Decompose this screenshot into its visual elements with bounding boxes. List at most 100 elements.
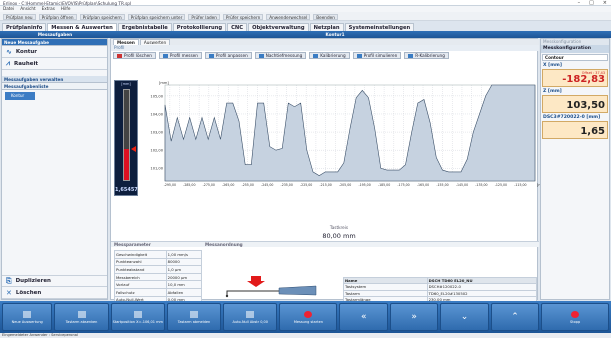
fast-left-button[interactable]: « [339, 303, 388, 331]
x-tick-label: -165,00 [417, 183, 429, 187]
delete-button[interactable]: ✕ Löschen [2, 287, 107, 299]
y-axis-label: [mm] [159, 81, 169, 85]
up-button[interactable]: ⌃ [490, 303, 540, 331]
toolbar-save-tester[interactable]: Prüfer speichern [222, 13, 264, 20]
toolbar-save-as[interactable]: Prüfplan speichern unter [127, 13, 186, 20]
start-pos-icon [133, 310, 142, 318]
lower-probe-button[interactable]: Tastarm absenken [54, 303, 109, 331]
bottom-button-label: Tastarm absenken [65, 319, 98, 324]
x-tick-label: -135,00 [475, 183, 487, 187]
task-list-item-kontur[interactable]: Kontur [5, 92, 35, 100]
tab-netzplan[interactable]: Netzplan [309, 22, 344, 31]
r-calibration-label: R-Kalibrierung [415, 52, 445, 58]
contour-select[interactable]: Contour [542, 54, 608, 61]
x-value-box: Offset : 37,43 -182,83 [542, 69, 608, 87]
tab-cnc[interactable]: CNC [227, 22, 248, 31]
params-header: Messparameter Messanordnung [111, 241, 539, 247]
calibration-button[interactable]: Kalibrierung [309, 52, 350, 59]
param-value: 10,0 mm [165, 280, 203, 289]
tab-protokollierung[interactable]: Protokollierung [172, 22, 227, 31]
probe-tip [225, 294, 229, 298]
new-roughness-button[interactable]: ⩘ Rauheit [2, 58, 107, 70]
toolbar-save-plan[interactable]: Prüfplan speichern [79, 13, 125, 20]
x-tick-label: -155,00 [436, 183, 448, 187]
lower-probe-icon [77, 310, 86, 318]
profile-measure-label: Profil messen [169, 52, 198, 58]
toolbar-open-plan[interactable]: Prüfplan öffnen [38, 13, 77, 20]
param-row: Punkteabstand 1,0 µm [114, 265, 203, 274]
measure-params-table: Geschwindigkeit 1,00 mm/s Punkteanzahl 8000… [114, 250, 203, 305]
fast-right-button[interactable]: » [389, 303, 439, 331]
param-name: Punkteabstand [114, 265, 167, 274]
y-tick-label: 105,00 [150, 94, 163, 98]
r-calibration-button[interactable]: R-Kalibrierung [404, 52, 449, 59]
adapt-profile-icon [208, 53, 214, 58]
tab-pruefplaninfo[interactable]: Prüfplaninfo [2, 22, 47, 31]
tab-objektverwaltung[interactable]: Objektverwaltung [248, 22, 309, 31]
bottom-button-label: Startposition X=-106,01 mm [112, 319, 163, 324]
x-tick-label: -285,00 [183, 183, 195, 187]
task-title: Kontur1 [325, 32, 345, 37]
probe-value-box: 1,65 [542, 121, 608, 139]
calibration-icon [313, 53, 319, 58]
profile-measure-button[interactable]: Profil messen [158, 52, 202, 59]
new-roughness-label: Rauheit [13, 60, 38, 67]
profile-delete-button[interactable]: Profil löschen [113, 52, 156, 59]
x-tick-label: -115,00 [514, 183, 526, 187]
unlink-probe-button[interactable]: Tastarm abmelden [166, 303, 222, 331]
x-tick-label: -235,00 [281, 183, 293, 187]
position-gauge: [mm] 1,65457 [114, 80, 138, 196]
start-pos-button[interactable]: Startposition X=-106,01 mm [110, 303, 165, 331]
x-value: -182,83 [562, 74, 605, 85]
unlink-probe-icon [190, 310, 198, 318]
right-panel: Messkonfiguration Messkonfiguration Cont… [540, 38, 610, 300]
toolbar-switch-user[interactable]: Anwenderwechsel [266, 13, 311, 20]
tab-systemeinstellungen[interactable]: Systemeinstellungen [344, 22, 415, 31]
new-eval-button[interactable]: Neue Auswertung [2, 303, 53, 331]
duplicate-button[interactable]: ⎘ Duplizieren [2, 275, 107, 287]
bottom-toolbar: Neue Auswertung Tastarm absenken Startposi… [0, 301, 611, 333]
position-value: 80,00 mm [322, 232, 356, 240]
tab-ergebnistabelle[interactable]: Ergebnistabelle [117, 22, 172, 31]
tab-messen-auswerten[interactable]: Messen & Auswerten [47, 22, 117, 31]
manage-tasks-header: Messaufgaben verwalten [2, 76, 107, 83]
toolbar-exit[interactable]: Beenden [313, 13, 338, 20]
toolbar-new-plan[interactable]: Prüfplan neu [3, 13, 36, 20]
x-tick-label: -295,00 [164, 183, 176, 187]
y-tick-label: 103,00 [150, 130, 163, 134]
y-tick-label: 101,00 [150, 167, 163, 171]
z-value: 103,50 [566, 100, 605, 111]
param-row: Geschwindigkeit 1,00 mm/s [114, 250, 203, 259]
profile-simulate-button[interactable]: Profil simulieren [352, 52, 402, 59]
param-name: Punkteanzahl [114, 257, 167, 267]
delete-icon: ✕ [6, 288, 12, 297]
new-contour-button[interactable]: ∿ Kontur [2, 46, 107, 58]
bottom-button-label: Messung starten [293, 319, 323, 324]
start-measure-button[interactable]: Messung starten [279, 303, 338, 331]
auto-zero-button[interactable]: Auto-Null Abstr 0,00 [223, 303, 278, 331]
down-icon: ⌄ [460, 311, 469, 322]
probe-value: 1,65 [580, 126, 605, 137]
down-button[interactable]: ⌄ [440, 303, 489, 331]
bottom-button-label: Stopp [570, 319, 581, 324]
auto-zero-icon [246, 310, 255, 318]
param-name: Vorlauf [114, 280, 167, 289]
profile-adapt-button[interactable]: Profil anpassen [204, 52, 252, 59]
toolbar-load-tester[interactable]: Prüfer laden [188, 13, 220, 20]
gauge-fill [124, 148, 129, 180]
status-bar: Eingemeldeter Anwender : Serviceperonal [0, 333, 611, 338]
main-panel: Messen Auswerten Profil Profil löschen P… [110, 38, 547, 323]
stop-button[interactable]: Stopp [541, 303, 610, 331]
x-tick-label: -255,00 [242, 183, 254, 187]
bottom-button-label: Neue Auswertung [11, 319, 43, 324]
depth-measure-button[interactable]: Nachtiefmessung [254, 52, 307, 59]
probe-setup-diagram [225, 276, 317, 298]
profile-chart[interactable]: 105,00 104,00 103,00 102,00 101,00 -295,00 -28… [139, 79, 547, 195]
x-tick-label: -195,00 [358, 183, 370, 187]
profile-simulate-label: Profil simulieren [363, 52, 398, 58]
param-value: 1,0 µm [165, 265, 203, 274]
bottom-button-label: Tastarm abmelden [177, 319, 211, 324]
section-header: Messaufgaben Kontur1 [0, 31, 611, 38]
delete-label: Löschen [15, 289, 42, 296]
gauge-bar [123, 89, 130, 181]
